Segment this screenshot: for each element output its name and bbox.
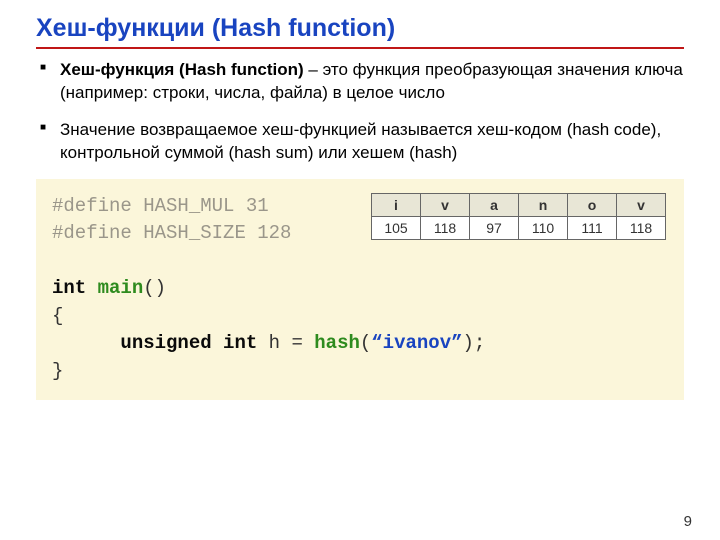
page-number: 9 bbox=[684, 513, 692, 530]
table-value-cell: 105 bbox=[372, 216, 421, 239]
table-header-cell: n bbox=[519, 193, 568, 216]
bullet-list: Хеш-функция (Hash function) – это функци… bbox=[36, 59, 684, 165]
table-value-cell: 118 bbox=[421, 216, 470, 239]
code-token: { bbox=[52, 305, 63, 327]
table-header-cell: o bbox=[568, 193, 617, 216]
bullet-2: Значение возвращаемое хеш-функцией назыв… bbox=[60, 119, 684, 165]
ascii-table: i v a n o v 105 118 97 110 111 118 bbox=[371, 193, 666, 240]
table-value-cell: 110 bbox=[519, 216, 568, 239]
code-token-string: “ivanov” bbox=[371, 332, 462, 354]
code-token-keyword: int bbox=[52, 277, 86, 299]
code-token-func: main bbox=[98, 277, 144, 299]
table-value-cell: 111 bbox=[568, 216, 617, 239]
code-token-define: #define bbox=[52, 222, 132, 244]
table-header-cell: a bbox=[470, 193, 519, 216]
table-header-cell: v bbox=[421, 193, 470, 216]
code-token bbox=[52, 332, 120, 354]
code-token-keyword: unsigned int bbox=[120, 332, 257, 354]
code-token: ( bbox=[360, 332, 371, 354]
bullet-1-strong: Хеш-функция (Hash function) bbox=[60, 60, 304, 79]
code-line: int main() bbox=[52, 275, 668, 303]
code-block: i v a n o v 105 118 97 110 111 118 #defi… bbox=[36, 179, 684, 400]
page-title: Хеш-функции (Hash function) bbox=[36, 14, 684, 43]
code-token: } bbox=[52, 360, 63, 382]
code-line bbox=[52, 248, 668, 276]
title-rule bbox=[36, 47, 684, 49]
table-header-cell: v bbox=[617, 193, 666, 216]
code-token: h = bbox=[257, 332, 314, 354]
table-value-cell: 118 bbox=[617, 216, 666, 239]
code-line: { bbox=[52, 303, 668, 331]
code-token-define: #define bbox=[52, 195, 132, 217]
table-value-cell: 97 bbox=[470, 216, 519, 239]
code-token: HASH_MUL 31 bbox=[132, 195, 269, 217]
code-token: () bbox=[143, 277, 166, 299]
code-token-func: hash bbox=[314, 332, 360, 354]
bullet-1: Хеш-функция (Hash function) – это функци… bbox=[60, 59, 684, 105]
code-line: } bbox=[52, 358, 668, 386]
table-header-cell: i bbox=[372, 193, 421, 216]
code-token: HASH_SIZE 128 bbox=[132, 222, 292, 244]
code-line: unsigned int h = hash(“ivanov”); bbox=[52, 330, 668, 358]
code-token: ); bbox=[463, 332, 486, 354]
code-token bbox=[86, 277, 97, 299]
